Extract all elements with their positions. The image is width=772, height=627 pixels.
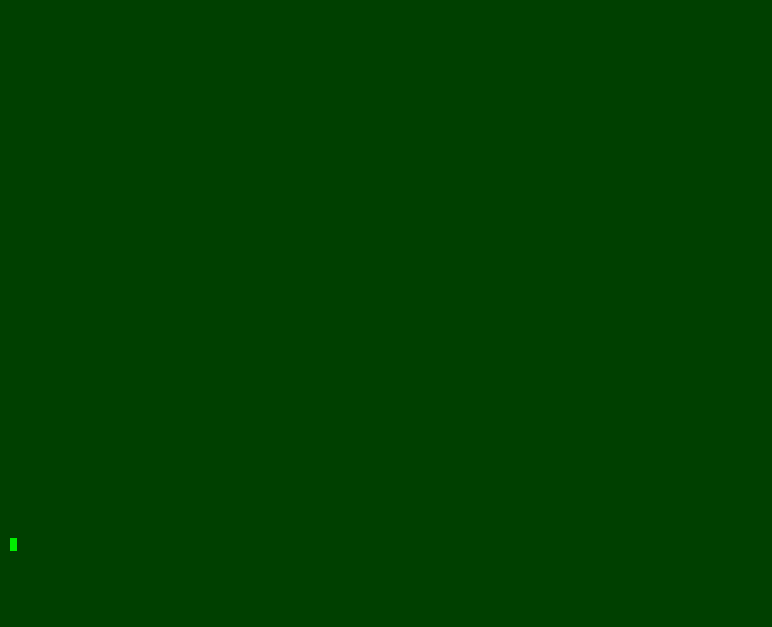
prompt-line[interactable] <box>8 537 764 552</box>
cursor <box>10 538 17 551</box>
table-header-row <box>8 299 764 329</box>
